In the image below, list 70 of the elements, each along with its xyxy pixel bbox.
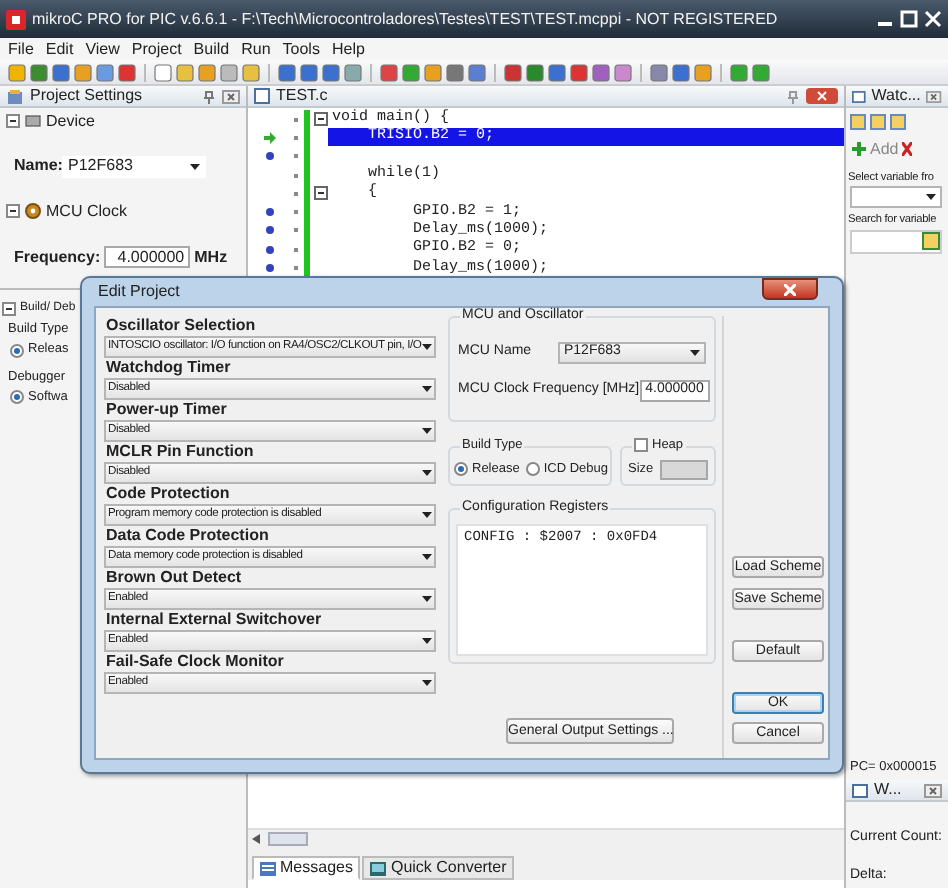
menu-item[interactable]: Build — [193, 39, 230, 59]
pin-icon[interactable] — [786, 89, 800, 103]
plus-icon — [852, 142, 866, 157]
scroll-left-icon[interactable] — [252, 834, 262, 844]
menu-item[interactable]: Run — [241, 39, 271, 59]
field-label: Fail-Safe Clock Monitor — [104, 652, 286, 672]
menu-item[interactable]: Edit — [45, 39, 74, 59]
window-icon — [852, 783, 868, 798]
collapse-icon[interactable] — [2, 302, 16, 317]
frequency-input[interactable]: 4.000000 — [104, 246, 191, 269]
file-icon — [254, 88, 270, 104]
caret-icon — [422, 512, 432, 518]
editor-tab[interactable]: TEST.c — [254, 86, 328, 106]
field-label: Oscillator Selection — [104, 316, 258, 336]
tree-node-label[interactable]: MCU Clock — [46, 201, 127, 221]
field-label: Data Code Protection — [104, 526, 271, 546]
search-field[interactable] — [850, 230, 942, 254]
maximize-icon[interactable] — [900, 10, 918, 28]
window-icon — [852, 89, 866, 103]
menu-item[interactable]: Help — [331, 39, 365, 59]
caret-icon — [690, 350, 700, 356]
field-label: MCLR Pin Function — [104, 442, 256, 462]
field-label: Brown Out Detect — [104, 568, 244, 588]
panel-tab[interactable]: Quick Converter — [362, 856, 515, 880]
caret-icon — [422, 680, 432, 686]
panel-title: Project Settings — [30, 86, 145, 106]
caret-icon — [422, 470, 432, 476]
collapse-icon[interactable] — [6, 114, 20, 129]
pin-icon[interactable] — [202, 89, 216, 103]
caret-icon — [190, 163, 200, 170]
unit-label: MHz — [194, 247, 228, 267]
scrollbar-thumb[interactable] — [268, 832, 308, 846]
monitor-icon — [370, 861, 387, 875]
menu-item[interactable]: Tools — [282, 39, 320, 59]
caret-icon — [422, 596, 432, 602]
close-icon[interactable] — [924, 783, 942, 798]
caret-icon — [422, 386, 432, 392]
caret-icon — [422, 554, 432, 560]
caret-icon — [422, 428, 432, 434]
close-icon — [784, 283, 796, 295]
collapse-icon[interactable] — [6, 203, 20, 218]
remove-icon[interactable] — [902, 142, 913, 157]
fold-icon[interactable] — [314, 112, 328, 127]
panel-title: Watc... — [871, 86, 921, 106]
close-icon[interactable] — [926, 89, 942, 103]
panel-tab[interactable]: Messages — [252, 856, 361, 880]
field-label: Power-up Timer — [104, 400, 229, 420]
caret-icon — [422, 344, 432, 350]
app-logo-icon — [6, 9, 26, 29]
radio-button[interactable] — [10, 343, 24, 358]
panel-title: W... — [874, 780, 904, 801]
gear-icon — [24, 201, 42, 220]
window-title: mikroC PRO for PIC v.6.6.1 - F:\Tech\Microcontroladores\Testes\TEST\TEST.mcppi - NOT REGISTERED — [32, 9, 778, 29]
tree-node-label[interactable]: Device — [46, 112, 95, 132]
close-icon[interactable] — [222, 89, 240, 103]
device-dropdown[interactable]: P12F683 — [62, 155, 206, 178]
menu-item[interactable]: View — [85, 39, 120, 59]
caret-icon — [926, 194, 936, 201]
menu-item[interactable]: File — [8, 39, 34, 59]
close-button[interactable] — [762, 278, 818, 300]
fold-icon[interactable] — [314, 186, 328, 201]
menu-item[interactable]: Project — [131, 39, 182, 59]
list-icon — [260, 861, 276, 875]
caret-icon — [422, 638, 432, 644]
field-label: Frequency: — [14, 247, 101, 267]
dialog-title: Edit Project — [98, 282, 180, 302]
field-label: Code Protection — [104, 484, 232, 504]
field-label: Internal External Switchover — [104, 610, 324, 630]
radio-button[interactable] — [10, 390, 24, 405]
field-label: Watchdog Timer — [104, 358, 233, 378]
